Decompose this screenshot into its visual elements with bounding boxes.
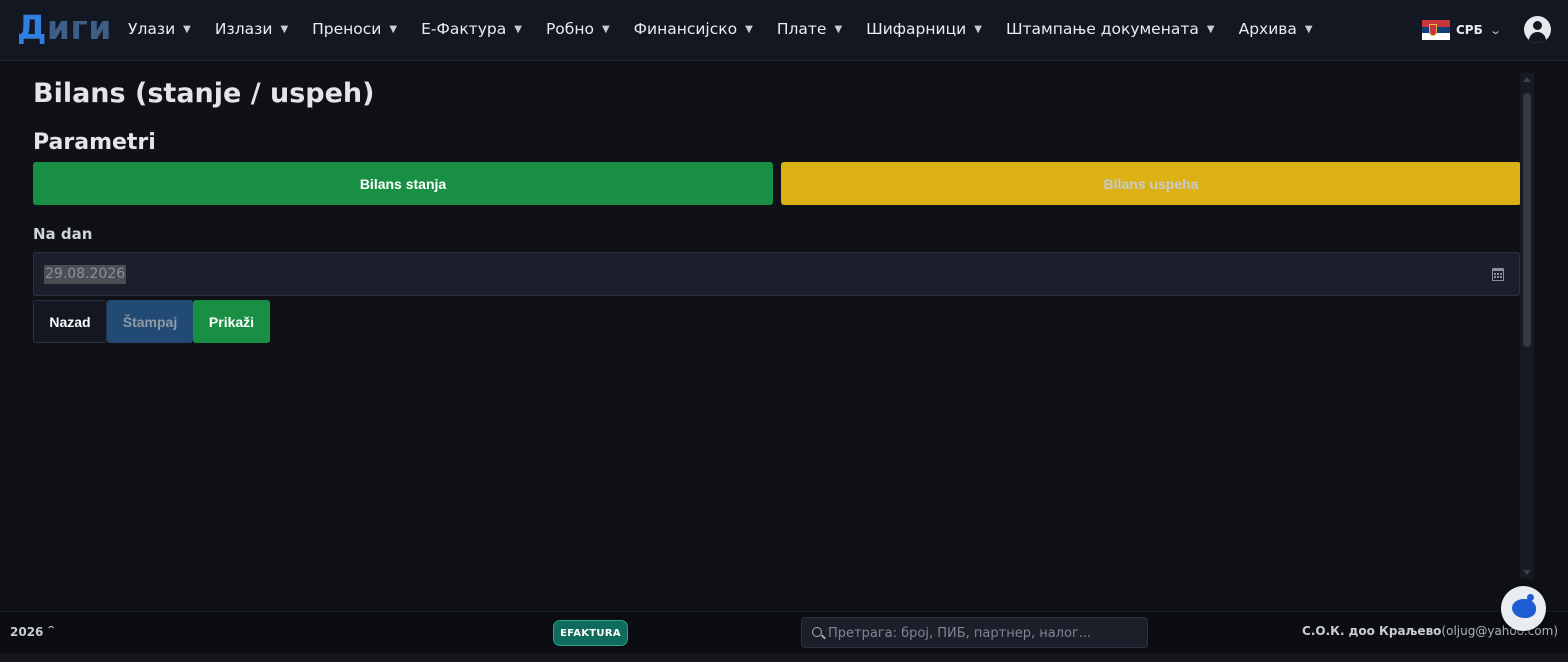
footer-strip [0, 653, 1568, 662]
search-icon [812, 627, 822, 637]
chevron-down-icon: ⌄ [1488, 23, 1502, 37]
section-title: Parametri [33, 130, 156, 155]
menu-label: Штампање докумената [1005, 20, 1199, 38]
menu-label: Плате [776, 20, 827, 38]
top-navbar: Диги Улази ▼ Излази ▼ Преноси ▼ Е-Фактура ▼ … [0, 0, 1568, 61]
menu-stampanje-dokumenata[interactable]: Штампање докумената ▼ [1006, 20, 1215, 38]
scroll-up-icon[interactable] [1523, 77, 1531, 82]
caret-down-icon: ▼ [183, 23, 191, 35]
menu-izlazi[interactable]: Излази ▼ [215, 20, 288, 38]
menu-label: Улази [128, 20, 176, 38]
status-footer: 2026 ⌃ EFAKTURA С.О.К. доо Краљево(oljug… [0, 611, 1568, 653]
efaktura-badge[interactable]: EFAKTURA [553, 620, 628, 646]
company-email: (oljug@yahoo.com) [1441, 624, 1558, 638]
menu-label: Излази [214, 20, 273, 38]
search-box [801, 617, 1148, 648]
date-value: 29.08.2026 [44, 265, 127, 284]
date-field[interactable]: 29.08.2026 [33, 252, 1520, 296]
menu-prenosi[interactable]: Преноси ▼ [312, 20, 397, 38]
back-button[interactable]: Nazad [33, 300, 107, 343]
menu-label: Робно [545, 20, 594, 38]
serbia-flag-icon [1422, 20, 1450, 41]
calendar-icon[interactable] [1492, 268, 1504, 281]
language-label: СРБ [1456, 23, 1483, 37]
bilans-uspeha-button[interactable]: Bilans uspeha [781, 162, 1521, 205]
chevron-up-icon[interactable]: ⌃ [45, 625, 57, 636]
page-title: Bilans (stanje / uspeh) [33, 78, 375, 109]
menu-label: Шифарници [866, 20, 967, 38]
menu-arhiva[interactable]: Архива ▼ [1239, 20, 1313, 38]
menu-finansijsko[interactable]: Финансијско ▼ [634, 20, 753, 38]
caret-down-icon: ▼ [745, 23, 753, 35]
caret-down-icon: ▼ [1206, 23, 1215, 35]
menu-sifarnici[interactable]: Шифарници ▼ [866, 20, 982, 38]
menu-label: Преноси [312, 20, 382, 38]
logo-part-2: иги [46, 8, 112, 47]
main-menu: Улази ▼ Излази ▼ Преноси ▼ Е-Фактура ▼ Робно… [128, 0, 1337, 58]
bilans-stanja-button[interactable]: Bilans stanja [33, 162, 773, 205]
caret-down-icon: ▼ [280, 23, 289, 35]
year-selector[interactable]: 2026 [10, 625, 43, 639]
date-label: Na dan [33, 225, 93, 243]
search-input[interactable] [828, 622, 1138, 644]
menu-ulazi[interactable]: Улази ▼ [128, 20, 191, 38]
menu-plate[interactable]: Плате ▼ [777, 20, 842, 38]
vertical-scrollbar[interactable] [1520, 73, 1534, 579]
menu-efaktura[interactable]: Е-Фактура ▼ [421, 20, 522, 38]
logo-part-1: Д [17, 8, 47, 47]
show-button[interactable]: Prikaži [193, 300, 270, 343]
caret-down-icon: ▼ [834, 23, 843, 35]
menu-label: Финансијско [633, 20, 738, 38]
caret-down-icon: ▼ [514, 23, 522, 35]
menu-label: Е-Фактура [421, 20, 507, 38]
caret-down-icon: ▼ [974, 23, 982, 35]
caret-down-icon: ▼ [601, 23, 610, 35]
language-selector[interactable]: СРБ ⌄ [1422, 19, 1502, 41]
scroll-thumb[interactable] [1523, 93, 1531, 347]
menu-label: Архива [1238, 20, 1297, 38]
scroll-down-icon[interactable] [1523, 570, 1531, 575]
caret-down-icon: ▼ [389, 23, 398, 35]
caret-down-icon: ▼ [1304, 23, 1313, 35]
user-avatar-icon[interactable] [1524, 16, 1551, 43]
app-logo[interactable]: Диги [17, 8, 112, 48]
company-name: С.О.К. доо Краљево [1302, 624, 1442, 638]
print-button[interactable]: Štampaj [107, 300, 193, 343]
chat-assistant-icon[interactable] [1501, 586, 1546, 631]
menu-robno[interactable]: Робно ▼ [546, 20, 610, 38]
